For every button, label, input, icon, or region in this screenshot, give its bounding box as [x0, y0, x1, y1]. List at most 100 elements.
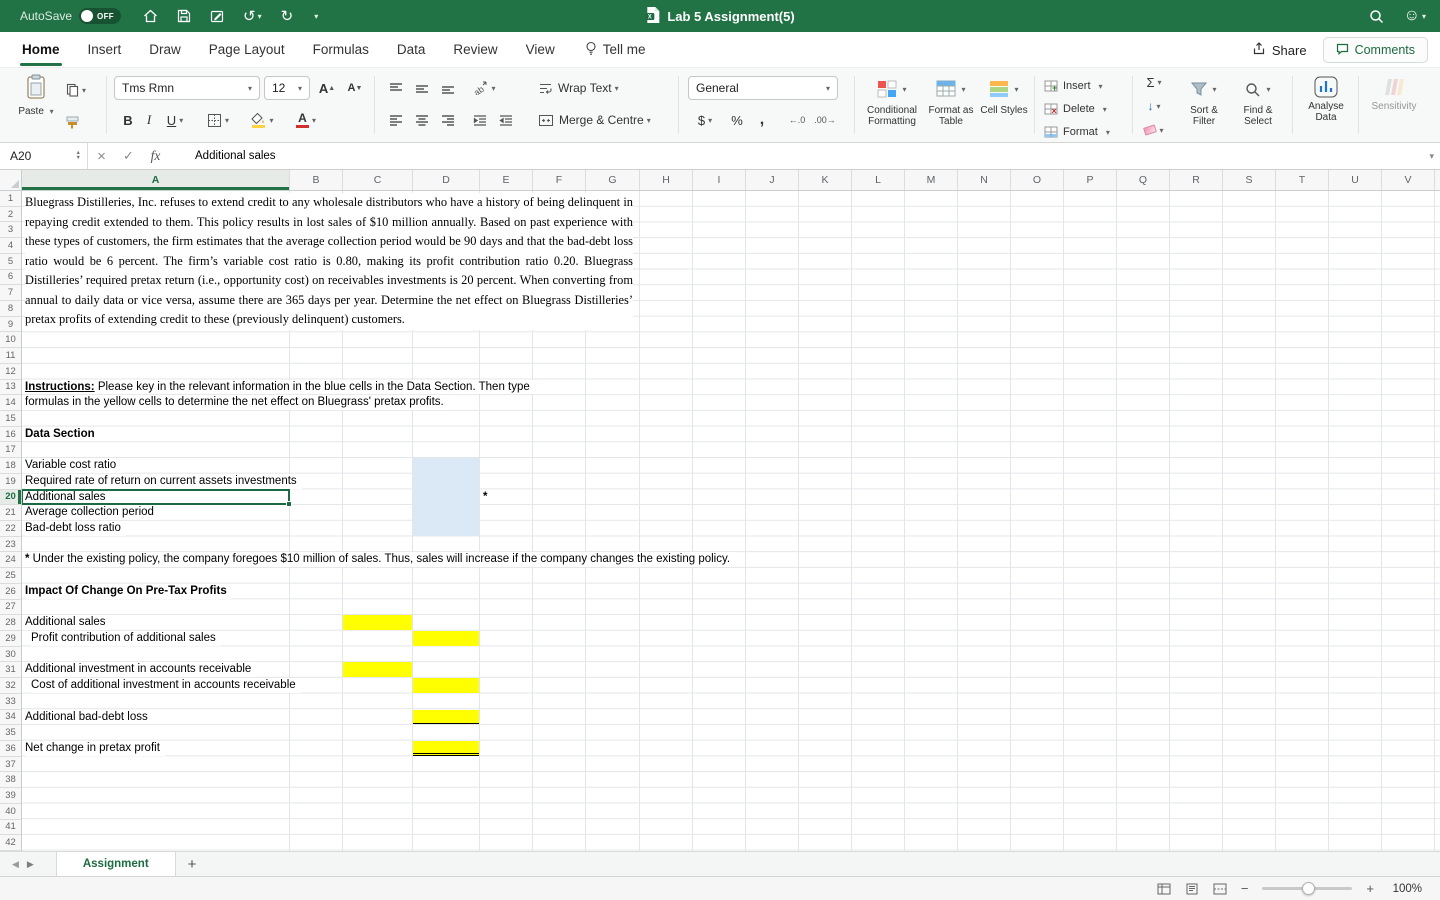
cell-A34[interactable]: Additional bad-debt loss [25, 710, 153, 725]
row-header-40[interactable]: 40 [0, 804, 21, 820]
selected-cell-A20[interactable] [22, 489, 290, 506]
ribbon-tab-view[interactable]: View [512, 32, 569, 68]
sensitivity-button[interactable]: Sensitivity [1364, 76, 1424, 112]
row-header-32[interactable]: 32 [0, 678, 21, 694]
undo-icon[interactable]: ↺▾ [243, 9, 262, 24]
formula-cell-yellow-D34[interactable] [413, 710, 479, 725]
formula-cell-yellow-D29[interactable] [413, 631, 479, 646]
orientation-button[interactable]: ab▾ [468, 76, 500, 100]
row-header-37[interactable]: 37 [0, 757, 21, 773]
row-header-1[interactable]: 1 [0, 191, 21, 207]
row-header-25[interactable]: 25 [0, 568, 21, 584]
column-header-A[interactable]: A [22, 170, 290, 190]
formula-cell-yellow-D32[interactable] [413, 678, 479, 693]
formula-cell-yellow-D36[interactable] [413, 741, 479, 756]
cell-A29[interactable]: Profit contribution of additional sales [31, 631, 221, 646]
decrease-decimal-icon[interactable]: .00→ [812, 108, 838, 132]
row-header-27[interactable]: 27 [0, 600, 21, 616]
cell-A26[interactable]: Impact Of Change On Pre-Tax Profits [25, 584, 232, 599]
decrease-indent-icon[interactable] [468, 108, 492, 132]
column-header-N[interactable]: N [958, 170, 1011, 190]
bold-button[interactable]: B [118, 108, 138, 132]
row-header-4[interactable]: 4 [0, 238, 21, 254]
format-painter-button[interactable] [66, 110, 79, 134]
row-header-19[interactable]: 19 [0, 474, 21, 490]
font-name-select[interactable]: Tms Rmn▾ [114, 76, 260, 100]
cell-A16[interactable]: Data Section [25, 427, 100, 442]
zoom-out-button[interactable]: − [1241, 881, 1249, 896]
align-middle-icon[interactable] [410, 76, 434, 100]
name-box[interactable]: A20 ▲▼ [0, 143, 88, 169]
row-header-14[interactable]: 14 [0, 395, 21, 411]
increase-decimal-icon[interactable]: ←.0 [784, 108, 810, 132]
normal-view-icon[interactable] [1157, 883, 1171, 895]
ribbon-tab-review[interactable]: Review [439, 32, 511, 68]
row-header-39[interactable]: 39 [0, 788, 21, 804]
column-header-B[interactable]: B [290, 170, 343, 190]
column-header-Q[interactable]: Q [1117, 170, 1170, 190]
ribbon-tab-draw[interactable]: Draw [135, 32, 195, 68]
analyse-data-button[interactable]: Analyse Data [1298, 76, 1354, 123]
row-header-10[interactable]: 10 [0, 332, 21, 348]
row-header-12[interactable]: 12 [0, 364, 21, 380]
align-bottom-icon[interactable] [436, 76, 460, 100]
column-header-I[interactable]: I [693, 170, 746, 190]
share-button[interactable]: Share [1252, 42, 1307, 58]
grow-font-button[interactable]: A▲ [314, 76, 340, 100]
cell-A36[interactable]: Net change in pretax profit [25, 741, 165, 756]
fill-down-button[interactable]: ↓▾ [1138, 96, 1170, 116]
cell-A28[interactable]: Additional sales [25, 615, 111, 630]
feedback-smiley-icon[interactable]: ☺▾ [1404, 8, 1426, 24]
row-header-16[interactable]: 16 [0, 427, 21, 443]
comma-button[interactable]: , [752, 108, 772, 132]
row-header-6[interactable]: 6 [0, 270, 21, 286]
clear-button[interactable]: ▾ [1138, 120, 1170, 140]
column-header-C[interactable]: C [343, 170, 413, 190]
cancel-icon[interactable]: × [88, 148, 115, 165]
zoom-slider-thumb[interactable] [1302, 882, 1315, 895]
formula-input[interactable]: Additional sales [195, 150, 276, 162]
font-size-select[interactable]: 12▾ [264, 76, 310, 100]
prev-sheet-icon[interactable]: ◀ [12, 859, 19, 870]
column-header-R[interactable]: R [1170, 170, 1223, 190]
cell-A32[interactable]: Cost of additional investment in account… [31, 678, 301, 693]
row-header-41[interactable]: 41 [0, 820, 21, 836]
row-header-9[interactable]: 9 [0, 317, 21, 333]
customize-toolbar-chevron-icon[interactable]: ▾ [312, 12, 318, 21]
column-header-M[interactable]: M [905, 170, 958, 190]
number-format-select[interactable]: General▾ [688, 76, 838, 100]
cell-A31[interactable]: Additional investment in accounts receiv… [25, 662, 256, 677]
row-header-17[interactable]: 17 [0, 442, 21, 458]
align-top-icon[interactable] [384, 76, 408, 100]
percent-button[interactable]: % [726, 108, 748, 132]
confirm-icon[interactable]: ✓ [115, 148, 142, 164]
insert-cells-button[interactable]: + Insert▾ [1044, 76, 1103, 96]
underline-button[interactable]: U▾ [160, 108, 190, 132]
column-header-J[interactable]: J [746, 170, 799, 190]
save-icon[interactable] [177, 9, 191, 23]
row-header-20[interactable]: 20 [0, 490, 21, 506]
row-header-28[interactable]: 28 [0, 615, 21, 631]
row-header-22[interactable]: 22 [0, 521, 21, 537]
copy-button[interactable]: ▾ [66, 78, 86, 102]
row-header-23[interactable]: 23 [0, 537, 21, 553]
cell-A14[interactable]: formulas in the yellow cells to determin… [25, 395, 449, 410]
column-header-T[interactable]: T [1276, 170, 1329, 190]
row-header-21[interactable]: 21 [0, 505, 21, 521]
row-header-34[interactable]: 34 [0, 710, 21, 726]
format-cells-button[interactable]: Format▾ [1044, 122, 1110, 142]
row-header-2[interactable]: 2 [0, 207, 21, 223]
row-header-29[interactable]: 29 [0, 631, 21, 647]
redo-icon[interactable]: ↻ [281, 9, 294, 24]
column-header-P[interactable]: P [1064, 170, 1117, 190]
autosave-toggle[interactable]: OFF [79, 8, 121, 24]
column-header-K[interactable]: K [799, 170, 852, 190]
edit-icon[interactable] [210, 9, 224, 23]
increase-indent-icon[interactable] [494, 108, 518, 132]
select-all-corner[interactable] [0, 170, 22, 191]
shrink-font-button[interactable]: A▼ [342, 76, 368, 100]
column-header-H[interactable]: H [640, 170, 693, 190]
name-box-stepper[interactable]: ▲▼ [76, 151, 81, 161]
autosum-button[interactable]: Σ▾ [1138, 72, 1170, 92]
row-header-38[interactable]: 38 [0, 772, 21, 788]
